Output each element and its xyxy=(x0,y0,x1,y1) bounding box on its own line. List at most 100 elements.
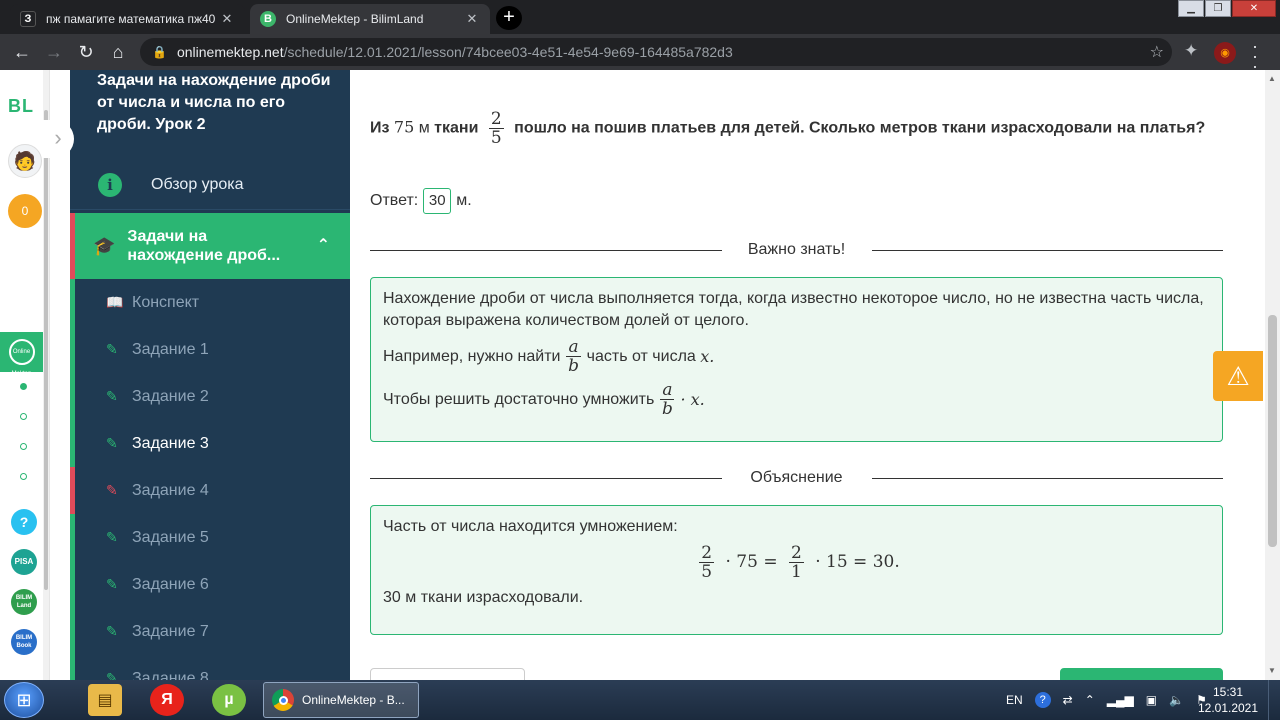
active-section-label: Задачи на нахождение дроб... xyxy=(127,228,281,264)
sidebar-item-overview[interactable]: i Обзор урока xyxy=(70,160,350,210)
sidebar-item-konspekt[interactable]: 📖 Конспект xyxy=(70,279,350,326)
answer-input[interactable]: 30 xyxy=(423,188,452,214)
taskbar-chrome-window[interactable]: OnlineMektep - B... xyxy=(263,682,419,718)
utorrent-icon[interactable]: µ xyxy=(212,684,246,716)
help-icon[interactable]: ? xyxy=(11,509,37,535)
status-bar xyxy=(70,326,75,373)
sidebar-item-label: Задание 8 xyxy=(132,669,209,681)
lock-icon[interactable]: 🔒 xyxy=(152,45,167,59)
sidebar-item-task-7[interactable]: ✎ Задание 7 xyxy=(70,608,350,655)
explanation-formula: 25 · 75 = 21 · 15 = 30. xyxy=(383,544,1210,581)
chrome-icon-center xyxy=(278,695,288,705)
edit-icon: ✎ xyxy=(106,388,118,404)
question-text: Из xyxy=(370,119,390,137)
graduation-cap-icon: 🎓 xyxy=(93,235,116,256)
browser-tab-2[interactable]: B OnlineMektep - BilimLand ✕ xyxy=(250,4,490,34)
book-icon: 📖 xyxy=(106,294,124,310)
reload-icon[interactable]: ↻ xyxy=(74,40,98,64)
profile-avatar[interactable]: ◉ xyxy=(1214,42,1236,64)
next-button[interactable] xyxy=(1060,668,1223,680)
sidebar-item-label: Задание 1 xyxy=(132,340,209,358)
sidebar-item-label: Задание 2 xyxy=(132,387,209,405)
bookmark-star-icon[interactable]: ☆ xyxy=(1150,42,1164,62)
sidebar-item-task-5[interactable]: ✎ Задание 5 xyxy=(70,514,350,561)
new-tab-button[interactable]: + xyxy=(496,6,522,30)
help-tray-icon[interactable]: ? xyxy=(1034,692,1051,708)
user-avatar[interactable]: 🧑 xyxy=(8,144,42,178)
sidebar-item-task-6[interactable]: ✎ Задание 6 xyxy=(70,561,350,608)
pisa-icon[interactable]: PISA xyxy=(11,549,37,575)
scroll-up-arrow-icon[interactable]: ▲ xyxy=(1268,74,1276,83)
address-bar[interactable]: 🔒 onlinemektep.net/schedule/12.01.2021/l… xyxy=(140,38,1172,66)
chevron-up-icon[interactable]: ⌃ xyxy=(317,235,330,255)
signal-icon[interactable]: ▂▄▆ xyxy=(1107,693,1134,707)
forward-icon[interactable]: → xyxy=(42,40,66,64)
close-icon[interactable]: ✕ xyxy=(219,11,235,27)
nav-dot[interactable] xyxy=(20,413,27,420)
lesson-sidebar: Задачи на нахождение дроби от числа и чи… xyxy=(70,70,350,680)
fraction-numerator: a xyxy=(566,337,581,357)
divider-line xyxy=(370,477,722,479)
sidebar-section-active[interactable]: 🎓 Задачи на нахождение дроб... ⌃ xyxy=(70,213,350,279)
nav-dot[interactable] xyxy=(20,473,27,480)
yandex-browser-icon[interactable]: Я xyxy=(150,684,184,716)
sidebar-item-task-3[interactable]: ✎ Задание 3 xyxy=(70,420,350,467)
rail-scrollbar[interactable] xyxy=(43,70,49,680)
report-warning-icon[interactable]: ⚠ xyxy=(1213,351,1263,401)
show-desktop-button[interactable] xyxy=(1268,680,1280,720)
system-tray: EN ? ⇄ ⌃ ▂▄▆ ▣ 🔈 ⚑ xyxy=(1000,680,1213,720)
menu-dots-icon[interactable]: · · · xyxy=(1252,37,1258,75)
sidebar-items: 📖 Конспект ✎ Задание 1 ✎ Задание 2 ✎ Задание… xyxy=(70,279,350,680)
sidebar-item-task-1[interactable]: ✎ Задание 1 xyxy=(70,326,350,373)
question-unit: м xyxy=(418,119,430,137)
tray-expand-icon[interactable]: ⌃ xyxy=(1085,693,1095,707)
page-scrollbar[interactable]: ▲ ▼ xyxy=(1265,70,1280,680)
start-button[interactable]: ⊞ xyxy=(4,682,44,718)
maximize-icon[interactable]: ❐ xyxy=(1205,0,1231,17)
status-bar xyxy=(70,279,75,326)
url-host: onlinemektep.net xyxy=(176,44,284,60)
active-accent-bar xyxy=(70,213,75,279)
edit-icon: ✎ xyxy=(106,482,118,498)
tray-device-icon[interactable]: ▣ xyxy=(1146,693,1157,707)
file-explorer-icon[interactable]: ▤ xyxy=(88,684,122,716)
close-icon[interactable]: ✕ xyxy=(464,11,480,27)
bilimland-icon[interactable]: BILIM Land xyxy=(11,589,37,615)
answer-row: Ответ: 30 м. xyxy=(370,188,472,214)
page-scroll-thumb[interactable] xyxy=(1268,315,1277,547)
sidebar-item-task-8[interactable]: ✎ Задание 8 xyxy=(70,655,350,680)
language-indicator[interactable]: EN xyxy=(1006,693,1023,707)
nav-dot[interactable] xyxy=(20,383,27,390)
rail-scroll-thumb[interactable] xyxy=(44,110,48,590)
answer-unit: м. xyxy=(456,192,472,209)
nav-dot[interactable] xyxy=(20,443,27,450)
answer-label: Ответ: xyxy=(370,192,419,209)
online-mektep-nav[interactable]: Online Mektep xyxy=(0,332,43,377)
taskbar-window-title: OnlineMektep - B... xyxy=(302,693,405,707)
solve-prefix: Чтобы решить достаточно умножить xyxy=(383,390,655,408)
volume-icon[interactable]: 🔈 xyxy=(1169,693,1184,707)
scroll-down-arrow-icon[interactable]: ▼ xyxy=(1268,666,1276,675)
question-amount: 75 xyxy=(393,117,415,137)
back-icon[interactable]: ← xyxy=(10,40,34,64)
important-box: Нахождение дроби от числа выполняется то… xyxy=(370,277,1223,442)
formula-end: · 15 = 30. xyxy=(815,552,900,572)
minimize-icon[interactable]: ▁ xyxy=(1178,0,1204,17)
home-icon[interactable]: ⌂ xyxy=(106,40,130,64)
sidebar-item-task-2[interactable]: ✎ Задание 2 xyxy=(70,373,350,420)
tray-sync-icon[interactable]: ⇄ xyxy=(1063,693,1073,707)
extensions-puzzle-icon[interactable]: ✦ xyxy=(1184,41,1198,61)
chrome-icon xyxy=(272,689,294,711)
taskbar-clock[interactable]: 15:31 12.01.2021 xyxy=(1196,684,1260,716)
browser-tab-1[interactable]: З пж памагите математика пж40 ба ✕ xyxy=(10,4,245,34)
bilimbook-icon[interactable]: BILIM Book xyxy=(11,629,37,655)
previous-button[interactable] xyxy=(370,668,525,680)
clock-date: 12.01.2021 xyxy=(1197,701,1259,715)
score-badge[interactable]: 0 xyxy=(8,194,42,228)
solve-fraction: ab xyxy=(660,381,675,418)
example-suffix: часть от числа xyxy=(586,347,696,365)
window-close-icon[interactable]: ✕ xyxy=(1232,0,1276,17)
bilimland-logo[interactable]: BL xyxy=(8,96,34,117)
sidebar-item-task-4[interactable]: ✎ Задание 4 xyxy=(70,467,350,514)
explanation-line: Часть от числа находится умножением: xyxy=(383,518,678,535)
